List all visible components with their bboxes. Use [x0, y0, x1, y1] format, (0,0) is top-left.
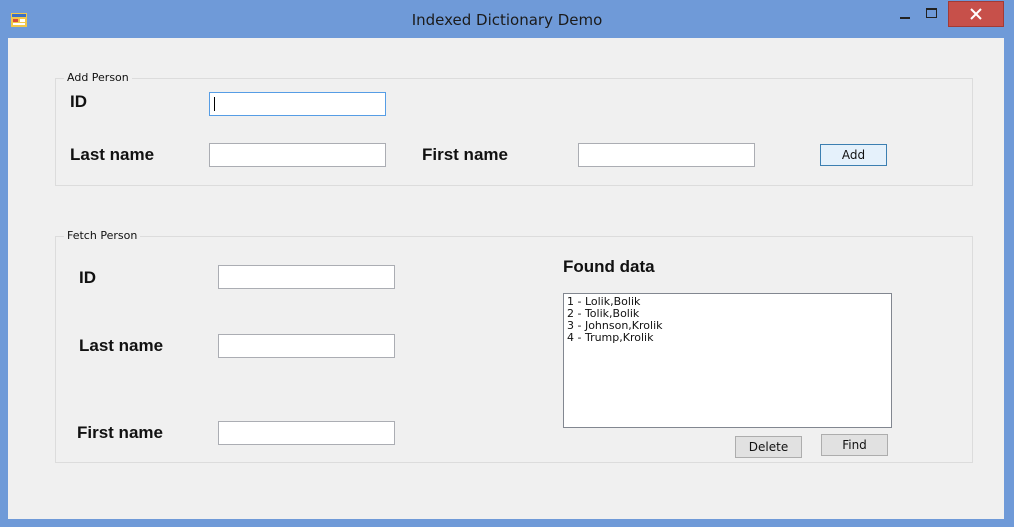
fetch-person-group-label: Fetch Person	[64, 229, 141, 242]
fetch-last-name-label: Last name	[79, 336, 164, 355]
app-window: Indexed Dictionary Demo Add Person ID La…	[0, 0, 1014, 527]
fetch-first-name-input[interactable]	[218, 421, 395, 445]
text-caret	[214, 97, 215, 111]
found-data-listbox[interactable]: 1 - Lolik,Bolik 2 - Tolik,Bolik 3 - John…	[563, 293, 892, 428]
delete-button[interactable]: Delete	[735, 436, 802, 458]
found-data-label: Found data	[563, 257, 655, 276]
add-first-name-input[interactable]	[578, 143, 755, 167]
add-person-group-label: Add Person	[64, 71, 132, 84]
fetch-last-name-input[interactable]	[218, 334, 395, 358]
minimize-icon[interactable]	[894, 4, 918, 24]
form-client-area: Add Person ID Last name First name Add F…	[8, 38, 1004, 519]
fetch-id-label: ID	[79, 268, 96, 287]
add-person-group: Add Person	[55, 71, 973, 186]
maximize-icon[interactable]	[920, 4, 944, 24]
add-last-name-input[interactable]	[209, 143, 386, 167]
fetch-id-input[interactable]	[218, 265, 395, 289]
close-icon	[970, 8, 982, 20]
add-first-name-label: First name	[422, 145, 508, 164]
add-id-label: ID	[70, 92, 87, 111]
add-last-name-label: Last name	[70, 145, 155, 164]
add-button[interactable]: Add	[820, 144, 887, 166]
title-bar[interactable]: Indexed Dictionary Demo	[0, 0, 1014, 38]
add-id-input[interactable]	[209, 92, 386, 116]
find-button[interactable]: Find	[821, 434, 888, 456]
window-title: Indexed Dictionary Demo	[411, 11, 603, 29]
close-button[interactable]	[948, 1, 1004, 27]
list-item[interactable]: 4 - Trump,Krolik	[567, 332, 888, 344]
fetch-first-name-label: First name	[77, 423, 163, 442]
